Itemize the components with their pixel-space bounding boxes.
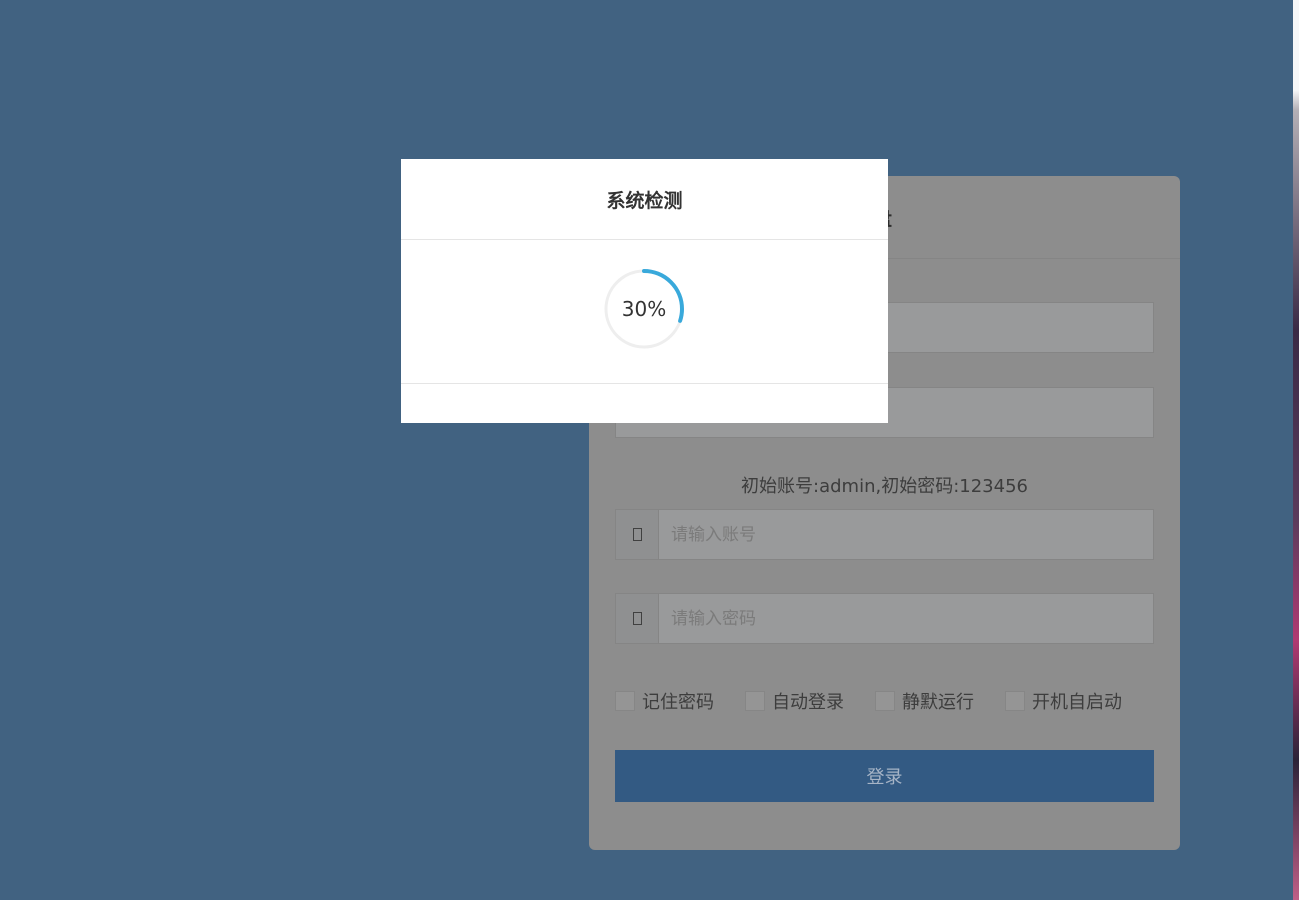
remember-password-label: 记住密码 (642, 692, 714, 713)
dialog-footer-divider (401, 383, 888, 384)
initial-credentials-hint: 初始账号:admin,初始密码:123456 (741, 476, 1028, 497)
progress-percentage: 30% (621, 297, 667, 321)
account-field[interactable] (615, 509, 1154, 560)
silent-run-checkbox[interactable] (875, 691, 895, 711)
auto-login-label: 自动登录 (772, 692, 844, 713)
account-input[interactable] (659, 510, 1153, 559)
dialog-title: 系统检测 (401, 159, 888, 240)
autostart-checkbox[interactable] (1005, 691, 1025, 711)
background-window-edge (1293, 0, 1299, 900)
auto-login-option[interactable]: 自动登录 (745, 688, 844, 714)
remember-password-checkbox[interactable] (615, 691, 635, 711)
auto-login-checkbox[interactable] (745, 691, 765, 711)
password-field[interactable] (615, 593, 1154, 644)
silent-run-option[interactable]: 静默运行 (875, 688, 974, 714)
remember-password-option[interactable]: 记住密码 (615, 688, 714, 714)
silent-run-label: 静默运行 (902, 692, 974, 713)
password-input[interactable] (659, 594, 1153, 643)
user-icon (616, 510, 659, 559)
login-button[interactable]: 登录 (615, 750, 1154, 802)
autostart-label: 开机自启动 (1032, 692, 1122, 713)
lock-icon (616, 594, 659, 643)
autostart-option[interactable]: 开机自启动 (1005, 688, 1122, 714)
